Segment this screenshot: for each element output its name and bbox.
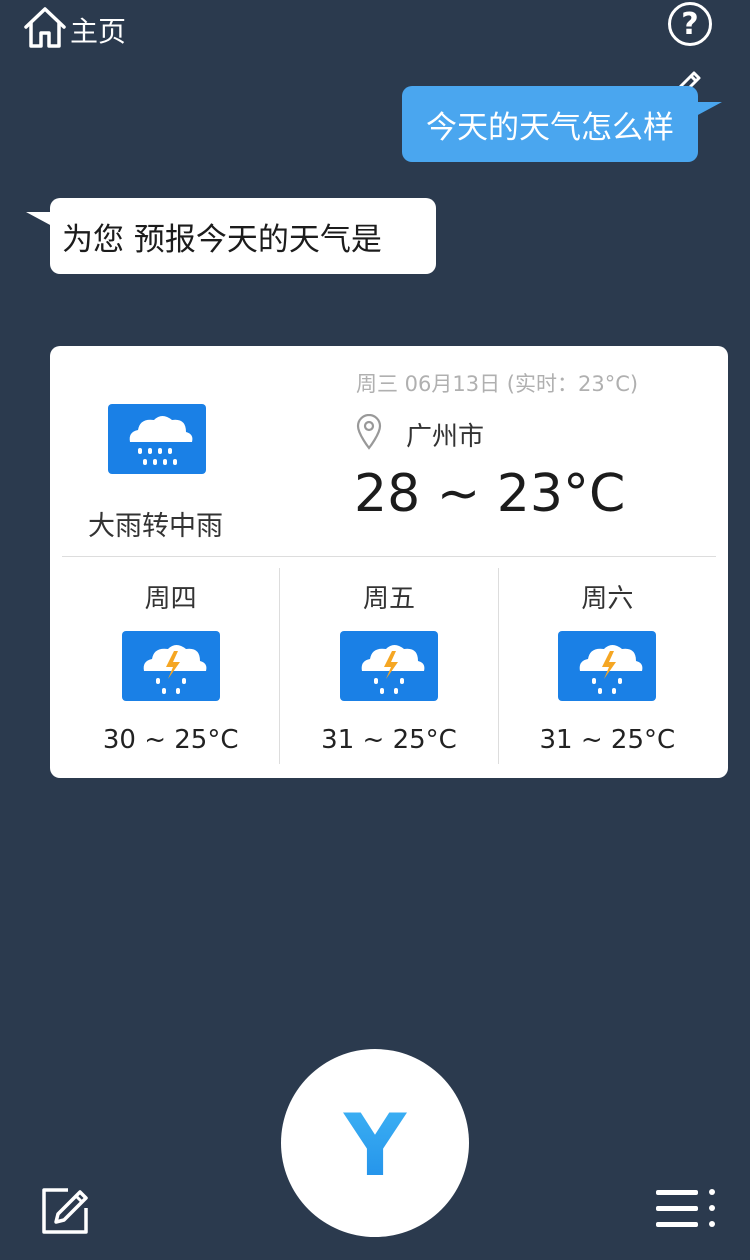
location-pin-icon bbox=[356, 414, 382, 450]
card-divider bbox=[62, 556, 716, 557]
thunderstorm-rain-icon bbox=[121, 631, 220, 701]
home-label: 主页 bbox=[70, 15, 127, 48]
heavy-rain-icon bbox=[108, 404, 206, 474]
forecast-day: 周六 31 ~ 25°C bbox=[497, 568, 716, 764]
assistant-logo-text: Y bbox=[343, 1103, 408, 1183]
menu-icon[interactable] bbox=[656, 1184, 720, 1234]
user-message-bubble: 今天的天气怎么样 bbox=[402, 86, 722, 162]
today-temp-range: 28 ~ 23°C bbox=[354, 464, 626, 524]
forecast-day-name: 周四 bbox=[144, 584, 197, 614]
today-condition: 大雨转中雨 bbox=[88, 511, 223, 542]
compose-icon[interactable] bbox=[38, 1184, 92, 1236]
home-icon bbox=[24, 7, 66, 48]
forecast-row: 周四 30 ~ 25°C 周五 31 ~ 25°C 周六 31 ~ 25°C bbox=[62, 568, 716, 764]
bot-message-text: 为您 预报今天的天气是 bbox=[62, 221, 382, 258]
assistant-logo: Y bbox=[343, 1103, 408, 1183]
home-button[interactable]: 主页 bbox=[22, 4, 126, 50]
thunderstorm-rain-icon bbox=[558, 631, 657, 701]
thunderstorm-rain-icon bbox=[339, 631, 438, 701]
bot-message-bubble: 为您 预报今天的天气是 bbox=[26, 198, 436, 274]
forecast-temp-range: 31 ~ 25°C bbox=[539, 725, 676, 755]
user-message-text: 今天的天气怎么样 bbox=[426, 109, 674, 146]
forecast-temp-range: 31 ~ 25°C bbox=[321, 725, 457, 755]
forecast-day: 周四 30 ~ 25°C bbox=[62, 568, 279, 764]
date-line: 周三 06月13日 (实时：23°C) bbox=[356, 372, 639, 396]
forecast-day-name: 周五 bbox=[362, 584, 415, 614]
help-button[interactable]: ? bbox=[668, 2, 712, 46]
city-name: 广州市 bbox=[406, 422, 485, 452]
weather-card[interactable]: 大雨转中雨 周三 06月13日 (实时：23°C) 广州市 28 ~ 23°C … bbox=[50, 346, 728, 778]
user-bubble-tail bbox=[696, 102, 722, 116]
voice-assistant-button[interactable]: Y bbox=[281, 1049, 469, 1237]
forecast-day-name: 周六 bbox=[581, 584, 634, 614]
forecast-temp-range: 30 ~ 25°C bbox=[102, 725, 239, 755]
forecast-day: 周五 31 ~ 25°C bbox=[279, 568, 497, 764]
help-icon: ? bbox=[681, 6, 699, 42]
bot-bubble-tail bbox=[26, 212, 52, 226]
